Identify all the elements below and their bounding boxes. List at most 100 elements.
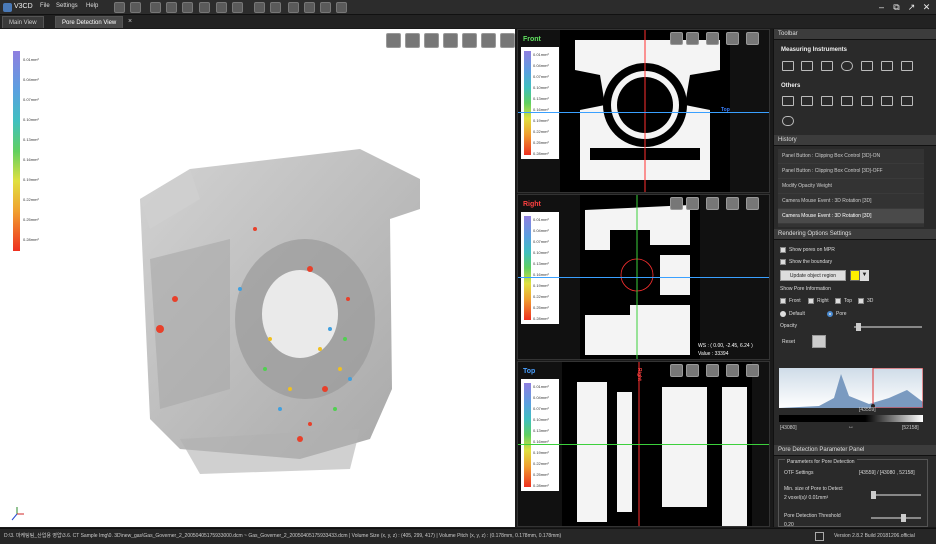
- tab-pore-detection-view[interactable]: Pore Detection View: [55, 16, 124, 28]
- ruler-icon[interactable]: [782, 61, 794, 71]
- mpr-view-icon[interactable]: [670, 32, 683, 45]
- range-slider-icon[interactable]: ↔: [844, 424, 858, 430]
- lighting-icon[interactable]: [443, 33, 458, 48]
- top-checkbox[interactable]: [835, 298, 841, 304]
- 3d-checkbox[interactable]: [858, 298, 864, 304]
- legend-label: 0.19mm²: [533, 450, 549, 455]
- edit-icon[interactable]: [815, 532, 824, 541]
- zoom-tool-icon[interactable]: [801, 96, 813, 106]
- minimize-icon[interactable]: –: [876, 2, 887, 13]
- open-file-icon[interactable]: [150, 2, 161, 13]
- pointer-icon[interactable]: [114, 2, 125, 13]
- rotate-icon[interactable]: [462, 33, 477, 48]
- mpr-flip-icon[interactable]: [706, 364, 719, 377]
- mpr-front-horizontal-line[interactable]: [518, 112, 769, 113]
- opacity-slider[interactable]: [854, 326, 922, 328]
- min-size-slider[interactable]: [871, 494, 921, 496]
- grid-icon[interactable]: [270, 2, 281, 13]
- mpr-right-view[interactable]: Right 0.01mm² 0.04mm² 0.07mm² 0.10mm² 0.…: [517, 194, 770, 360]
- threshold-slider[interactable]: [871, 517, 921, 519]
- record-icon[interactable]: [232, 2, 243, 13]
- mpr-split-icon[interactable]: [686, 364, 699, 377]
- mpr-top-horizontal-line[interactable]: [518, 444, 769, 445]
- mpr-maximize-icon[interactable]: [746, 32, 759, 45]
- pan-tool-icon[interactable]: [841, 96, 853, 106]
- mpr-split-icon[interactable]: [686, 197, 699, 210]
- mpr-maximize-icon[interactable]: [746, 197, 759, 210]
- color-dropdown-icon[interactable]: ▼: [860, 270, 869, 281]
- layout-icon[interactable]: [254, 2, 265, 13]
- fullscreen-icon[interactable]: ↗: [906, 2, 917, 13]
- show-boundary-checkbox[interactable]: [780, 259, 786, 265]
- legend-label: 0.13mm²: [533, 261, 549, 266]
- clip-plane-icon[interactable]: [386, 33, 401, 48]
- show-pores-checkbox[interactable]: [780, 247, 786, 253]
- print-icon[interactable]: [320, 2, 331, 13]
- history-list[interactable]: Panel Button : Clipping Box Control [3D]…: [778, 149, 924, 227]
- open-folder-icon[interactable]: [166, 2, 177, 13]
- note-icon[interactable]: [881, 61, 893, 71]
- roi-icon[interactable]: [861, 96, 873, 106]
- mpr-flip-icon[interactable]: [706, 197, 719, 210]
- settings-icon[interactable]: [336, 2, 347, 13]
- front-checkbox[interactable]: [780, 298, 786, 304]
- zoom-icon[interactable]: [500, 33, 515, 48]
- transfer-gradient-bar[interactable]: [779, 415, 923, 422]
- update-object-region-button[interactable]: Update object region: [780, 270, 846, 281]
- history-item[interactable]: Panel Button : Clipping Box Control [3D]…: [778, 149, 924, 164]
- threshold-slider-handle[interactable]: [901, 514, 906, 522]
- tab-main-view[interactable]: Main View: [2, 16, 44, 28]
- mpr-top-view[interactable]: Top 0.01mm² 0.04mm² 0.07mm² 0.10mm² 0.13…: [517, 361, 770, 527]
- dots-icon[interactable]: [288, 2, 299, 13]
- mpr-maximize-icon[interactable]: [746, 364, 759, 377]
- menu-file[interactable]: File: [40, 3, 50, 9]
- mpr-flip-icon[interactable]: [706, 32, 719, 45]
- volume-icon[interactable]: [424, 33, 439, 48]
- polygon-icon[interactable]: [861, 61, 873, 71]
- menu-settings[interactable]: Settings: [56, 3, 78, 9]
- viewport-3d[interactable]: 0.01mm² 0.04mm² 0.07mm² 0.10mm² 0.13mm² …: [0, 29, 515, 527]
- mpr-front-view[interactable]: Front 0.01mm² 0.04mm² 0.07mm² 0.10mm² 0.…: [517, 29, 770, 193]
- mpr-fit-icon[interactable]: [726, 197, 739, 210]
- mpr-right-horizontal-line[interactable]: [518, 277, 769, 278]
- default-radio[interactable]: [780, 311, 786, 317]
- clip-box-icon[interactable]: [405, 33, 420, 48]
- mpr-split-icon[interactable]: [686, 32, 699, 45]
- tab-close-icon[interactable]: ×: [128, 18, 136, 26]
- delete-measure-icon[interactable]: [901, 61, 913, 71]
- restore-icon[interactable]: ⧉: [891, 2, 902, 13]
- camera-icon[interactable]: [881, 96, 893, 106]
- crop-icon[interactable]: [304, 2, 315, 13]
- capture-icon[interactable]: [216, 2, 227, 13]
- mpr-view-icon[interactable]: [670, 364, 683, 377]
- circle-icon[interactable]: [841, 61, 853, 71]
- color-map-icon[interactable]: [901, 96, 913, 106]
- histogram[interactable]: [779, 368, 923, 408]
- color-swatch[interactable]: [850, 270, 860, 281]
- pan-icon[interactable]: [481, 33, 496, 48]
- export-icon[interactable]: [199, 2, 210, 13]
- menu-help[interactable]: Help: [86, 3, 98, 9]
- reset-camera-icon[interactable]: [812, 335, 826, 348]
- mpr-fit-icon[interactable]: [726, 364, 739, 377]
- window-level-icon[interactable]: [821, 96, 833, 106]
- distance-icon[interactable]: [801, 61, 813, 71]
- pointer-alt-icon[interactable]: [130, 2, 141, 13]
- angle-icon[interactable]: [821, 61, 833, 71]
- history-item-selected[interactable]: Camera Mouse Event : 3D Rotation [3D]: [778, 209, 924, 224]
- mpr-view-icon[interactable]: [670, 197, 683, 210]
- mpr-fit-icon[interactable]: [726, 32, 739, 45]
- min-size-slider-handle[interactable]: [871, 491, 876, 499]
- pore-radio[interactable]: [827, 311, 833, 317]
- min-size-label: Min. size of Pore to Detect: [784, 486, 843, 492]
- opacity-slider-handle[interactable]: [856, 323, 861, 331]
- history-item[interactable]: Modify Opacity Weight: [778, 179, 924, 194]
- save-icon[interactable]: [182, 2, 193, 13]
- close-icon[interactable]: ✕: [921, 2, 932, 13]
- legend-label: 0.28mm²: [23, 237, 39, 242]
- reset-rotation-icon[interactable]: [782, 116, 794, 126]
- history-item[interactable]: Camera Mouse Event : 3D Rotation [3D]: [778, 194, 924, 209]
- right-checkbox[interactable]: [808, 298, 814, 304]
- crosshair-icon[interactable]: [782, 96, 794, 106]
- history-item[interactable]: Panel Button : Clipping Box Control [3D]…: [778, 164, 924, 179]
